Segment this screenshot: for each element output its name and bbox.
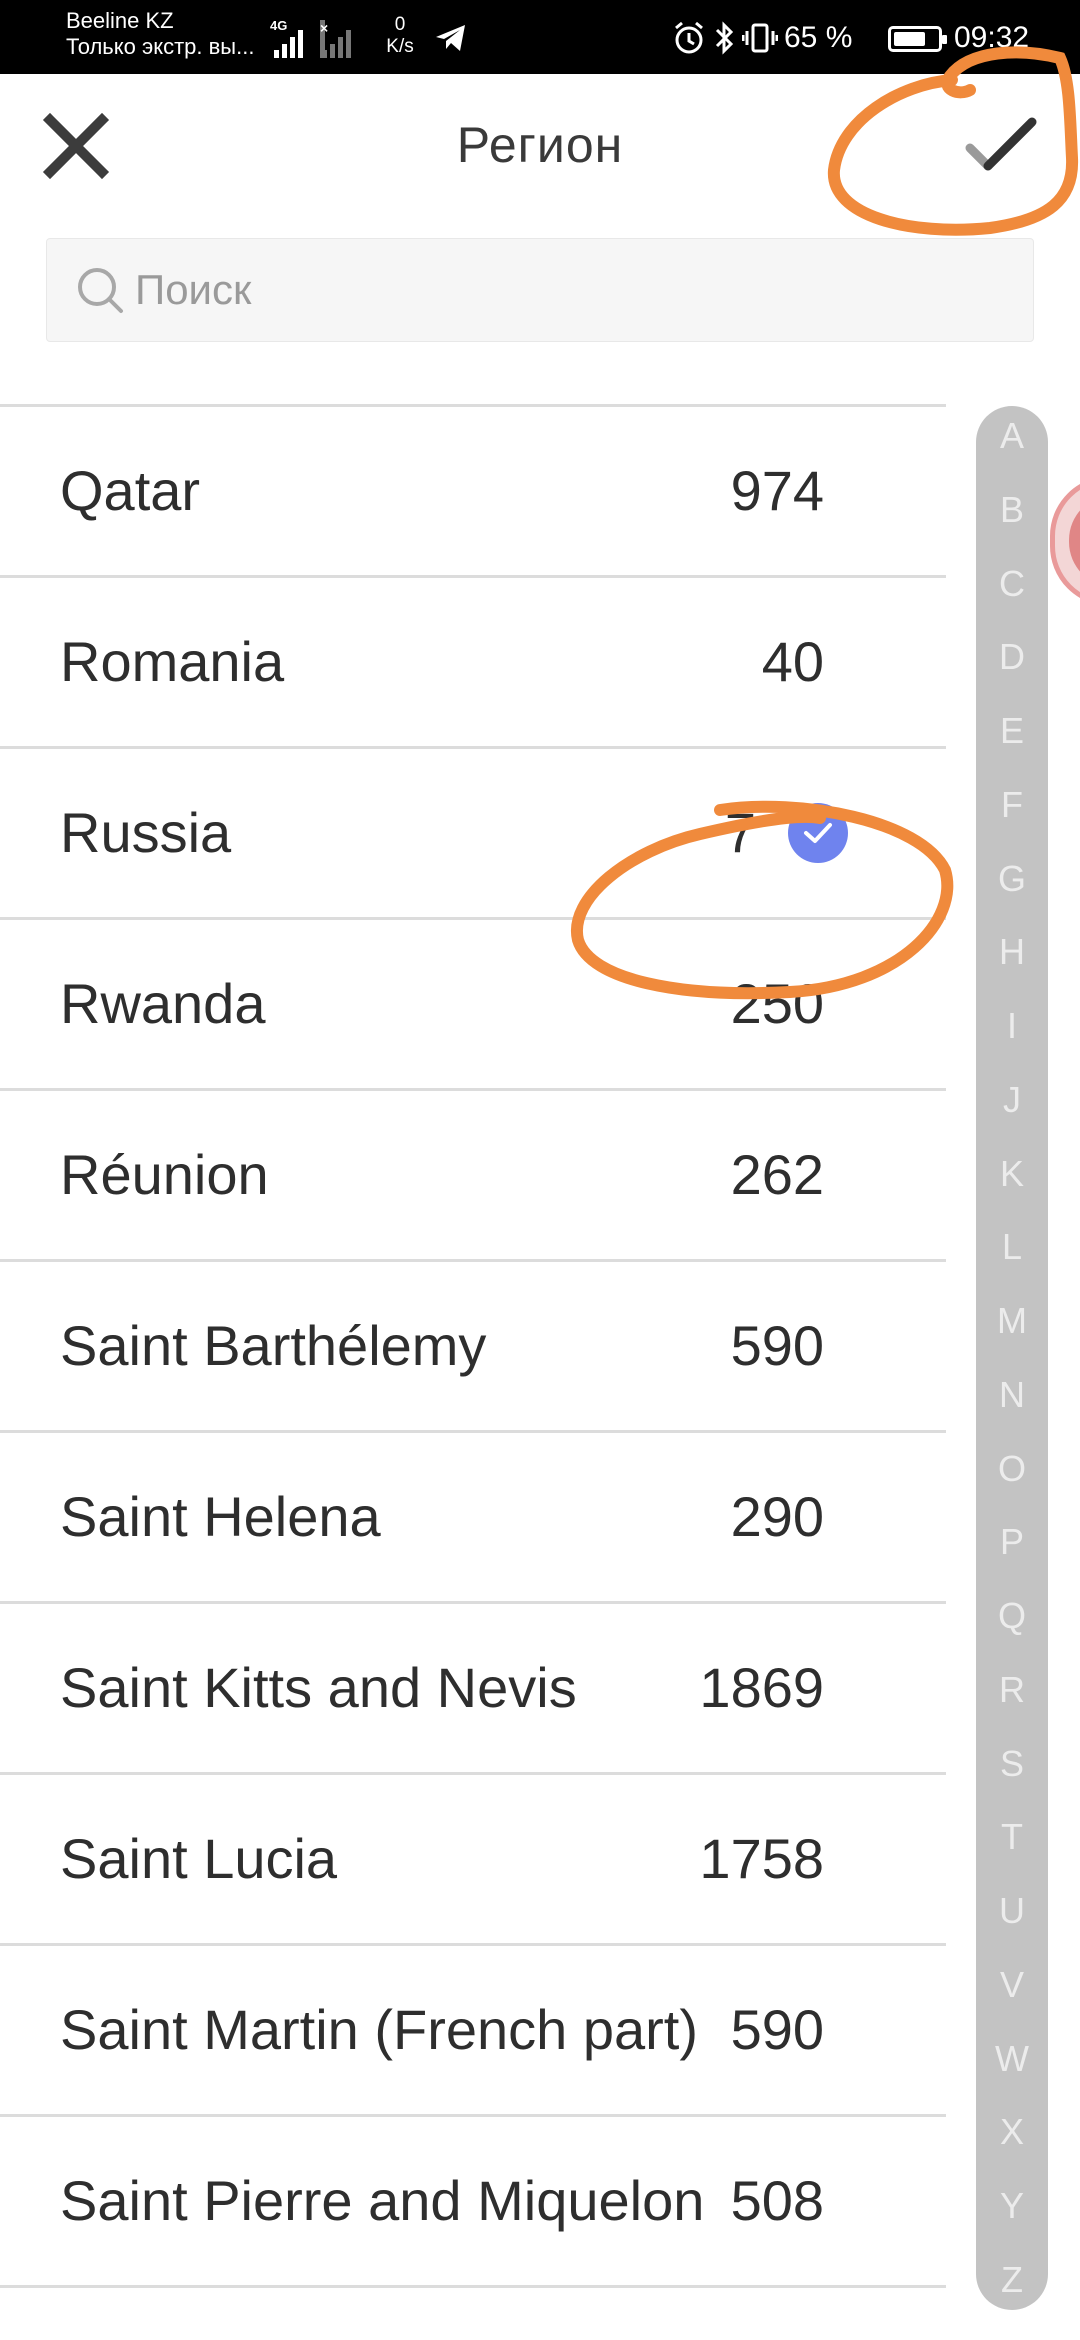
index-letter-v[interactable]: V (976, 1963, 1048, 2007)
list-item[interactable]: Saint Pierre and Miquelon 508 (0, 2117, 946, 2288)
index-letter-w[interactable]: W (976, 2037, 1048, 2081)
index-letter-n[interactable]: N (976, 1373, 1048, 1417)
index-letter-p[interactable]: P (976, 1520, 1048, 1564)
list-item[interactable]: Qatar 974 (0, 407, 946, 578)
region-name: Saint Kitts and Nevis (60, 1656, 577, 1719)
index-letter-y[interactable]: Y (976, 2184, 1048, 2228)
selected-check-icon (788, 803, 848, 863)
region-name: Romania (60, 630, 285, 693)
bluetooth-icon (715, 21, 734, 55)
region-name: Saint Pierre and Miquelon (60, 2169, 705, 2232)
carrier-note: Только экстр. вы... (66, 34, 255, 59)
clock: 09:32 (954, 21, 1030, 54)
page-title: Регион (456, 117, 624, 173)
list-item[interactable]: Romania 40 (0, 578, 946, 749)
confirm-button[interactable] (950, 110, 1050, 190)
header: Регион (0, 74, 1080, 214)
region-code: 40 (761, 630, 824, 693)
list-item[interactable]: Saint Helena 290 (0, 1433, 946, 1604)
region-picker-screen: Beeline KZ Только экстр. вы... 4G × 0 K/… (0, 0, 1080, 2340)
index-letter-d[interactable]: D (976, 635, 1048, 679)
index-letter-k[interactable]: K (976, 1152, 1048, 1196)
index-letter-h[interactable]: H (976, 930, 1048, 974)
list-item[interactable]: Russia 7 (0, 749, 946, 920)
index-letter-c[interactable]: C (976, 562, 1048, 606)
assist-icon (1069, 495, 1080, 587)
network-indicators: 4G × 0 K/s (268, 14, 478, 60)
index-letter-r[interactable]: R (976, 1668, 1048, 1712)
status-bar: Beeline KZ Только экстр. вы... 4G × 0 K/… (0, 0, 1080, 74)
alarm-icon (675, 21, 703, 54)
search-box[interactable] (46, 238, 1034, 342)
battery-level (894, 32, 926, 46)
region-name: Russia (60, 801, 232, 864)
index-letter-f[interactable]: F (976, 783, 1048, 827)
region-name: Puerto Rico (60, 352, 353, 404)
region-code: 1787 (699, 352, 824, 404)
region-name: Qatar (60, 459, 201, 522)
signal-secondary-icon: × (320, 20, 354, 58)
region-code: 590 (730, 1998, 824, 2061)
region-code: 508 (730, 2169, 824, 2232)
list-item[interactable]: Saint Barthélemy 590 (0, 1262, 946, 1433)
region-name: Rwanda (60, 972, 266, 1035)
checkmark-icon (965, 117, 1037, 171)
index-letter-b[interactable]: B (976, 488, 1048, 532)
search-icon (78, 268, 123, 313)
list-item[interactable]: Saint Martin (French part) 590 (0, 1946, 946, 2117)
network-speed: 0 K/s (380, 14, 420, 58)
carrier-name: Beeline KZ (66, 8, 174, 33)
region-list-viewport[interactable]: Puerto Rico1787Qatar974Romania40Russia7R… (0, 352, 950, 2340)
region-code: 7 (724, 801, 756, 864)
index-letter-i[interactable]: I (976, 1004, 1048, 1048)
list-item[interactable]: Rwanda 250 (0, 920, 946, 1091)
region-code: 590 (730, 1314, 824, 1377)
index-letter-s[interactable]: S (976, 1742, 1048, 1786)
region-name: Réunion (60, 1143, 269, 1206)
region-code: 1869 (699, 1656, 824, 1719)
index-letter-a[interactable]: A (976, 414, 1048, 458)
telegram-icon (436, 25, 465, 51)
list-item[interactable]: Puerto Rico 1787 (0, 352, 946, 407)
index-letter-e[interactable]: E (976, 709, 1048, 753)
index-letter-t[interactable]: T (976, 1815, 1048, 1859)
speed-unit: K/s (386, 36, 414, 57)
index-letter-m[interactable]: M (976, 1299, 1048, 1343)
index-letter-l[interactable]: L (976, 1225, 1048, 1269)
index-letter-q[interactable]: Q (976, 1594, 1048, 1638)
list-item[interactable]: Saint Lucia 1758 (0, 1775, 946, 1946)
floating-assist-button[interactable] (1050, 476, 1080, 606)
index-letter-u[interactable]: U (976, 1889, 1048, 1933)
speed-value: 0 (394, 14, 406, 35)
region-name: Saint Martin (French part) (60, 1998, 698, 2061)
region-name: Saint Barthélemy (60, 1314, 487, 1377)
index-letter-o[interactable]: O (976, 1447, 1048, 1491)
region-name: Saint Lucia (60, 1827, 338, 1890)
status-right-group: 65 % 09:32 (672, 16, 1052, 60)
region-code: 290 (730, 1485, 824, 1548)
index-letter-g[interactable]: G (976, 857, 1048, 901)
region-code: 250 (730, 972, 824, 1035)
index-letter-j[interactable]: J (976, 1078, 1048, 1122)
search-input[interactable] (135, 239, 995, 341)
battery-percent: 65 % (784, 21, 853, 54)
region-code: 1758 (699, 1827, 824, 1890)
index-letter-z[interactable]: Z (976, 2258, 1048, 2302)
list-item[interactable]: Saint Kitts and Nevis 1869 (0, 1604, 946, 1775)
index-letter-x[interactable]: X (976, 2110, 1048, 2154)
region-name: Saint Helena (60, 1485, 381, 1548)
vibrate-icon (742, 23, 778, 53)
region-list: Puerto Rico1787Qatar974Romania40Russia7R… (0, 352, 946, 2288)
region-code: 262 (730, 1143, 824, 1206)
region-code: 974 (730, 459, 824, 522)
carrier-info: Beeline KZ Только экстр. вы... (66, 8, 254, 60)
signal-icon (272, 26, 306, 58)
alphabet-index[interactable]: ABCDEFGHIJKLMNOPQRSTUVWXYZ (976, 406, 1048, 2310)
battery-icon (888, 26, 947, 52)
list-item[interactable]: Réunion 262 (0, 1091, 946, 1262)
